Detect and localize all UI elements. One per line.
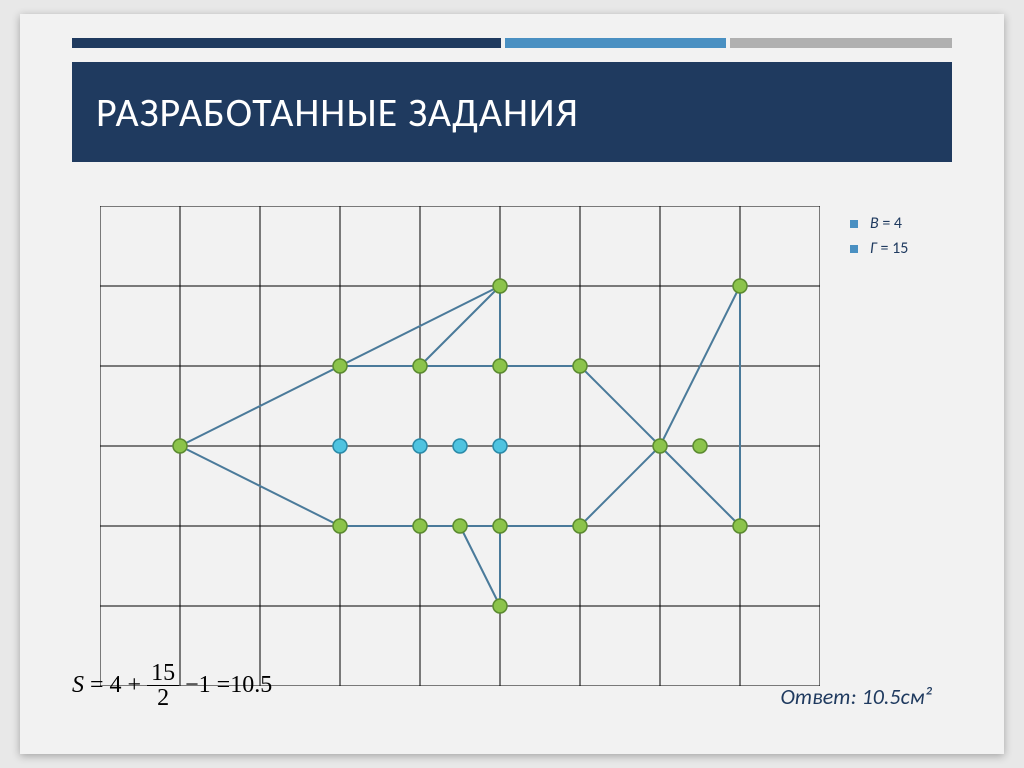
formula-one: 1 [199,672,211,699]
formula-a: 4 [110,672,122,699]
legend: В = 4 Г = 15 [850,214,908,264]
legend-B-eq: = [879,214,894,233]
bullet-icon [850,245,858,253]
formula-num: 15 [147,661,179,686]
legend-G-eq: = [877,239,892,258]
legend-B-label: В [870,214,879,233]
formula-S: S [72,672,84,699]
grid-svg [100,206,820,686]
legend-item-G: Г = 15 [850,239,908,258]
formula: S = 4 + 15 2 − 1 = 10.5 [72,661,272,710]
bullet-icon [850,220,858,228]
formula-fraction: 15 2 [147,661,179,710]
answer-text: Ответ: 10.5см² [780,683,932,710]
legend-G-value: 15 [892,239,908,258]
formula-minus: − [185,672,199,699]
grid-figure [100,206,820,691]
accent-bar-blue [505,38,727,48]
legend-item-B: В = 4 [850,214,908,233]
formula-den: 2 [153,686,173,710]
formula-result: 10.5 [230,672,272,699]
formula-plus: + [128,672,142,699]
legend-B-value: 4 [894,214,902,233]
legend-G-label: Г [870,239,877,258]
accent-bar-dark [72,38,501,48]
slide: РАЗРАБОТАННЫЕ ЗАДАНИЯ В = 4 Г = 15 S = 4… [20,14,1004,754]
accent-bars [72,38,952,48]
title-box: РАЗРАБОТАННЫЕ ЗАДАНИЯ [72,62,952,162]
accent-bar-grey [730,38,952,48]
slide-title: РАЗРАБОТАННЫЕ ЗАДАНИЯ [96,88,579,137]
